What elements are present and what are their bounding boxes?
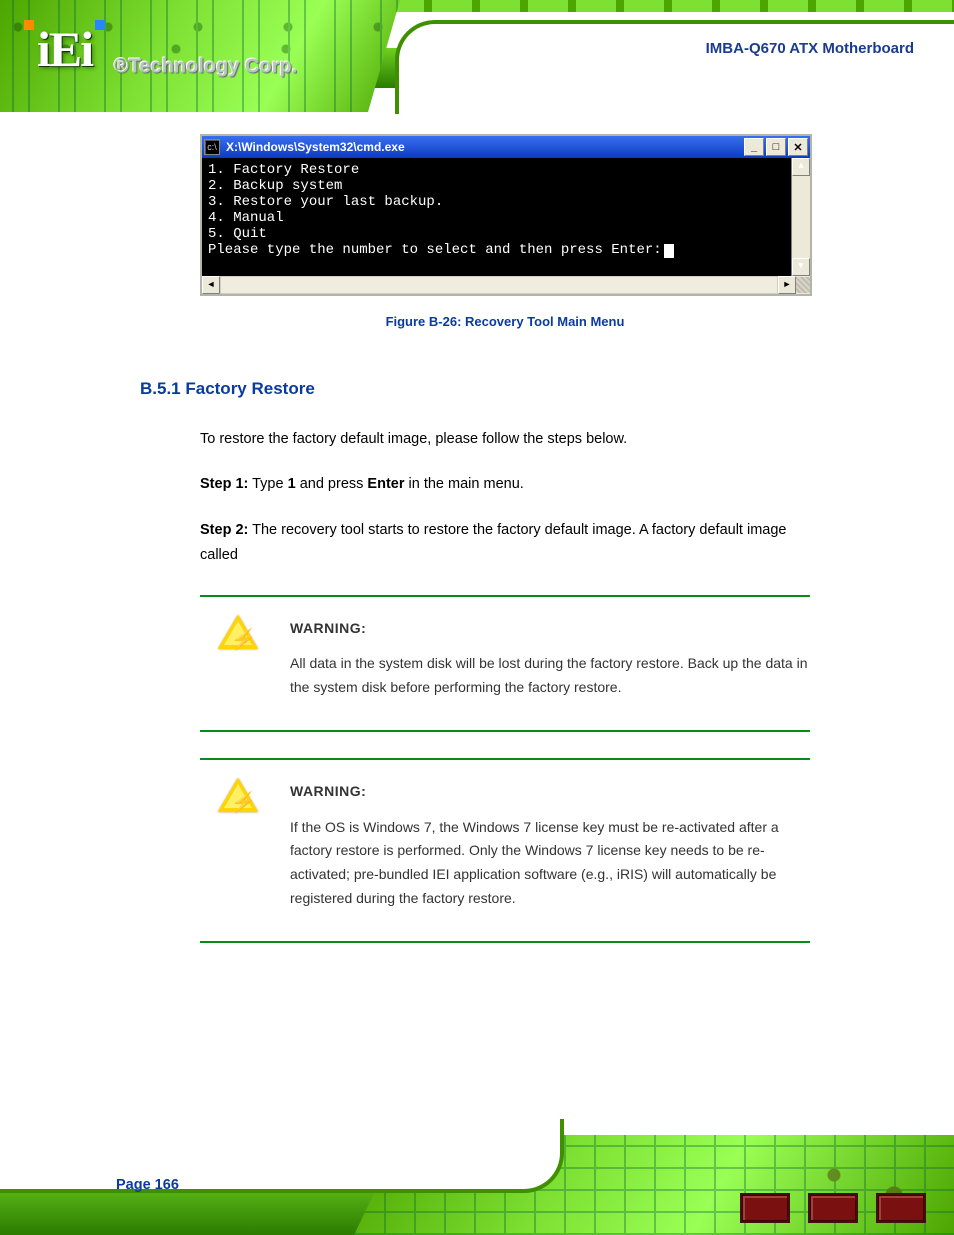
- body-paragraphs: To restore the factory default image, pl…: [200, 427, 810, 569]
- page-number: Page 166: [116, 1177, 179, 1193]
- scroll-track[interactable]: [220, 276, 778, 294]
- warning-title: WARNING:: [290, 780, 810, 804]
- minimize-button[interactable]: _: [744, 138, 764, 156]
- cmd-icon: c:\: [204, 139, 220, 155]
- cmd-line-3: 3. Restore your last backup.: [208, 194, 804, 210]
- content-column: c:\ X:\Windows\System32\cmd.exe _ □ ✕ 1.…: [200, 134, 810, 943]
- logo-text: iEi: [37, 21, 92, 77]
- maximize-button[interactable]: □: [766, 138, 786, 156]
- scroll-left-icon[interactable]: ◄: [202, 276, 220, 294]
- cmd-title: X:\Windows\System32\cmd.exe: [226, 140, 405, 154]
- cmd-line-1: 1. Factory Restore: [208, 162, 804, 178]
- cmd-window: c:\ X:\Windows\System32\cmd.exe _ □ ✕ 1.…: [200, 134, 812, 296]
- cmd-titlebar: c:\ X:\Windows\System32\cmd.exe _ □ ✕: [202, 136, 810, 158]
- bb-white-curve: [0, 1119, 564, 1193]
- warning-icon: ⚡: [218, 615, 258, 651]
- chip-icon: [742, 1195, 788, 1221]
- warning-title: WARNING:: [290, 617, 810, 641]
- step2: Step 2: The recovery tool starts to rest…: [200, 518, 810, 569]
- warning-box-2: ⚡ WARNING: If the OS is Windows 7, the W…: [200, 758, 810, 943]
- cmd-line-2: 2. Backup system: [208, 178, 804, 194]
- cursor: [664, 244, 674, 258]
- product-name: IMBA-Q670 ATX Motherboard: [706, 40, 914, 57]
- chip-icon: [878, 1195, 924, 1221]
- scroll-up-icon[interactable]: ▲: [792, 158, 810, 176]
- resize-grip-icon[interactable]: [796, 277, 810, 293]
- figure-caption: Figure B-26: Recovery Tool Main Menu: [200, 314, 810, 329]
- warning-body: All data in the system disk will be lost…: [290, 652, 810, 700]
- cmd-vscroll[interactable]: ▲ ▼: [791, 158, 810, 276]
- cmd-prompt: Please type the number to select and the…: [208, 242, 804, 258]
- brand-text: ®Technology Corp.: [114, 54, 297, 79]
- cmd-hscroll[interactable]: ◄ ►: [202, 276, 810, 294]
- scroll-down-icon[interactable]: ▼: [792, 258, 810, 276]
- bottom-banner: Page 166: [0, 1123, 954, 1235]
- banner-right-curve: [395, 20, 954, 114]
- cmd-body: 1. Factory Restore 2. Backup system 3. R…: [202, 158, 810, 276]
- warning-icon: ⚡: [218, 778, 258, 814]
- scroll-right-icon[interactable]: ►: [778, 276, 796, 294]
- cmd-line-5: 5. Quit: [208, 226, 804, 242]
- warning-box-1: ⚡ WARNING: All data in the system disk w…: [200, 595, 810, 732]
- warning-body: If the OS is Windows 7, the Windows 7 li…: [290, 816, 810, 911]
- chip-icon: [810, 1195, 856, 1221]
- intro-line: To restore the factory default image, pl…: [200, 427, 810, 452]
- top-banner: iEi ®Technology Corp. IMBA-Q670 ATX Moth…: [0, 0, 954, 112]
- close-button[interactable]: ✕: [788, 138, 808, 156]
- iei-logo: iEi: [24, 20, 105, 78]
- section-heading: B.5.1 Factory Restore: [140, 379, 810, 399]
- step1: Step 1: Type 1 and press Enter in the ma…: [200, 472, 810, 497]
- cmd-line-4: 4. Manual: [208, 210, 804, 226]
